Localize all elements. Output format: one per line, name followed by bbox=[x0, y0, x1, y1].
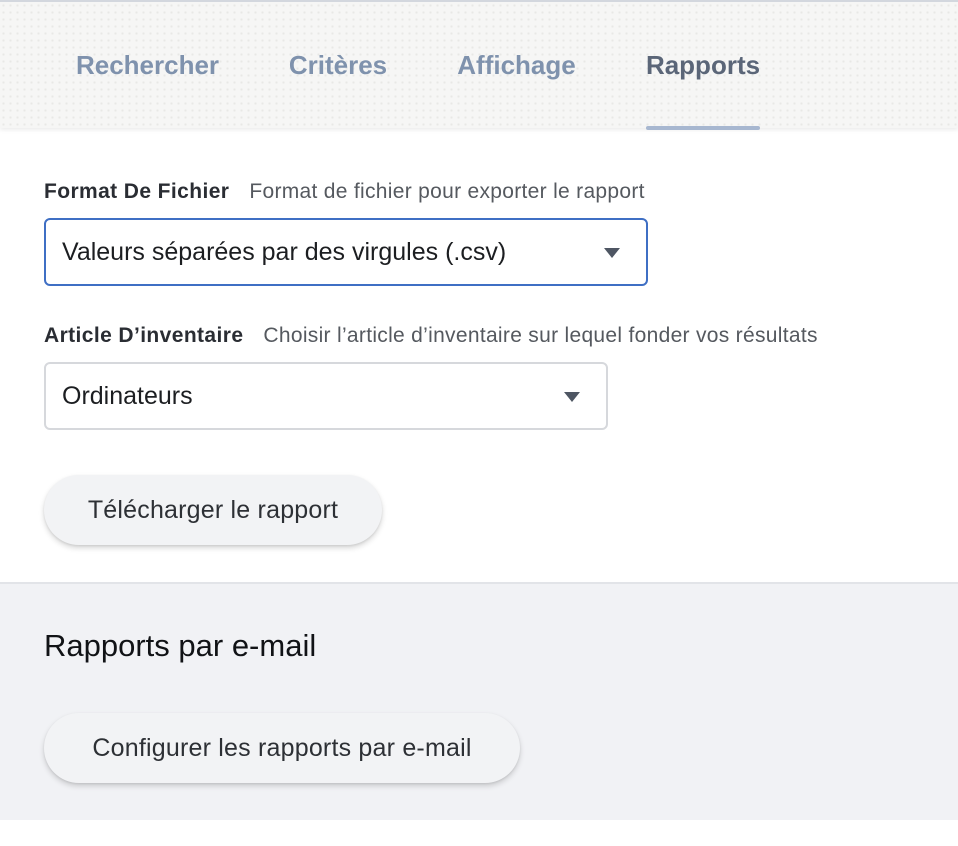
tab-criteria[interactable]: Critères bbox=[289, 2, 387, 128]
email-reports-title: Rapports par e-mail bbox=[44, 628, 317, 663]
file-format-select[interactable]: Valeurs séparées par des virgules (.csv) bbox=[44, 218, 648, 286]
tab-display[interactable]: Affichage bbox=[457, 2, 576, 128]
tab-reports[interactable]: Rapports bbox=[646, 2, 760, 130]
file-format-label-row: Format De Fichier Format de fichier pour … bbox=[44, 180, 645, 204]
tab-bar: Rechercher Critères Affichage Rapports bbox=[0, 0, 958, 130]
chevron-down-icon bbox=[564, 392, 580, 402]
file-format-label: Format De Fichier bbox=[44, 180, 230, 203]
download-report-button[interactable]: Télécharger le rapport bbox=[44, 475, 382, 545]
inventory-item-hint: Choisir l’article d’inventaire sur leque… bbox=[263, 324, 818, 347]
file-format-hint: Format de fichier pour exporter le rappo… bbox=[249, 180, 645, 203]
email-reports-section: Rapports par e-mail Configurer les rappo… bbox=[0, 582, 958, 820]
inventory-item-label-row: Article D’inventaire Choisir l’article d’… bbox=[44, 324, 818, 348]
tab-search[interactable]: Rechercher bbox=[76, 2, 219, 128]
configure-email-reports-button[interactable]: Configurer les rapports par e-mail bbox=[44, 713, 520, 783]
file-format-value: Valeurs séparées par des virgules (.csv) bbox=[62, 237, 507, 266]
inventory-item-value: Ordinateurs bbox=[62, 381, 193, 410]
page: Rechercher Critères Affichage Rapports F… bbox=[0, 0, 958, 846]
chevron-down-icon bbox=[604, 248, 620, 258]
inventory-item-select[interactable]: Ordinateurs bbox=[44, 362, 608, 430]
inventory-item-label: Article D’inventaire bbox=[44, 324, 244, 347]
